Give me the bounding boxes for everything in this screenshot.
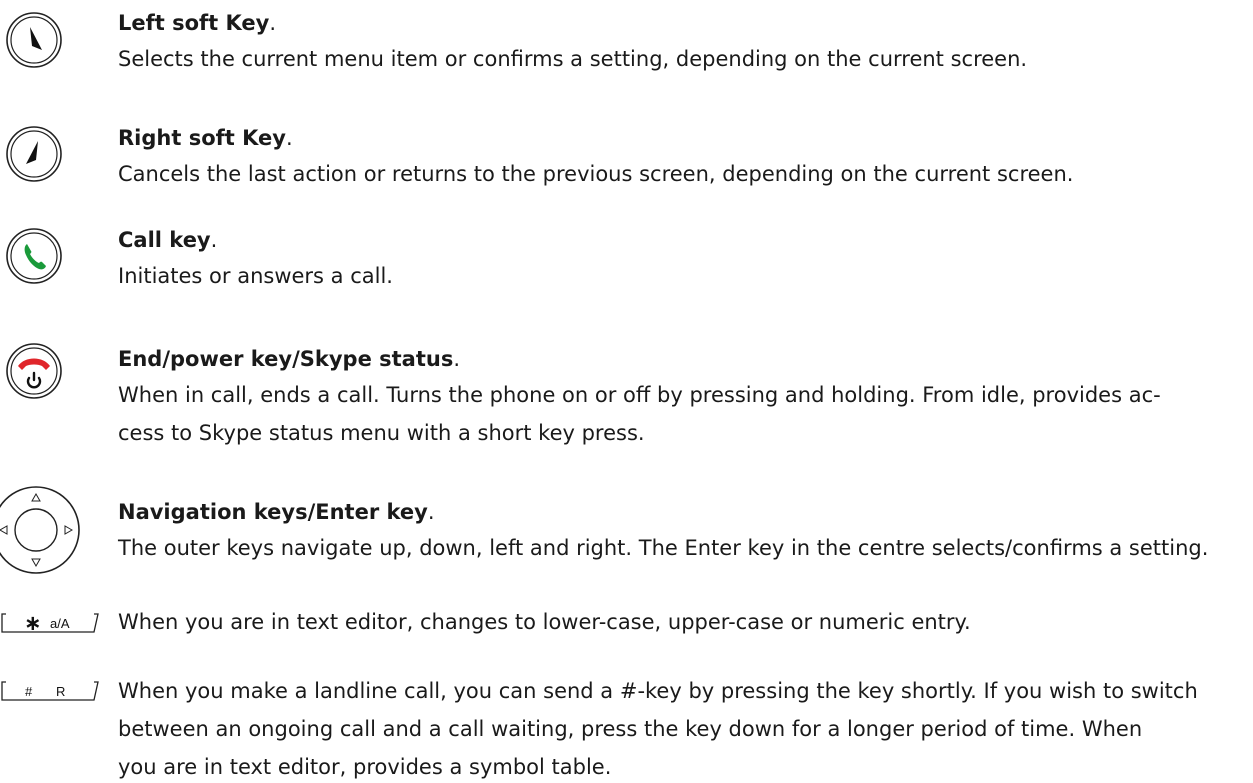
navigation-keys-icon xyxy=(0,486,80,574)
entry-title: Right soft Key. xyxy=(118,126,293,150)
navigation-keys-entry: Navigation keys/Enter key. The outer key… xyxy=(118,497,1208,564)
entry-title: Left soft Key. xyxy=(118,11,277,35)
hash-key-icon: # R xyxy=(1,681,99,701)
entry-description: Selects the current menu item or confirm… xyxy=(118,47,1028,71)
entry-description-line: When in call, ends a call. Turns the pho… xyxy=(118,383,1161,407)
left-soft-key-entry: Left soft Key. Selects the current menu … xyxy=(118,8,1027,75)
call-key-entry: Call key. Initiates or answers a call. xyxy=(118,225,393,292)
entry-description: Initiates or answers a call. xyxy=(118,264,393,288)
call-key-icon xyxy=(6,228,62,284)
right-soft-key-icon xyxy=(6,126,62,182)
right-soft-key-entry: Right soft Key. Cancels the last action … xyxy=(118,123,1073,190)
end-power-key-icon xyxy=(6,343,62,399)
left-soft-key-icon xyxy=(6,12,62,68)
star-key-label: a/A xyxy=(50,616,70,631)
entry-description-line: When you make a landline call, you can s… xyxy=(118,679,1198,703)
entry-title: Navigation keys/Enter key. xyxy=(118,500,435,524)
star-key-icon: ∗ a/A xyxy=(1,611,99,635)
entry-description: When in call, ends a call. Turns the pho… xyxy=(118,380,1161,449)
end-power-key-entry: End/power key/Skype status. When in call… xyxy=(118,344,1161,449)
entry-description: The outer keys navigate up, down, left a… xyxy=(118,536,1209,560)
entry-description-line: cess to Skype status menu with a short k… xyxy=(118,421,645,445)
entry-description-line: you are in text editor, provides a symbo… xyxy=(118,755,612,779)
hash-key-symbol: # xyxy=(25,684,33,699)
entry-title: Call key. xyxy=(118,228,218,252)
star-key-symbol: ∗ xyxy=(24,611,42,635)
hash-key-description: When you make a landline call, you can s… xyxy=(118,676,1198,783)
entry-title: End/power key/Skype status. xyxy=(118,347,461,371)
star-key-description: When you are in text editor, changes to … xyxy=(118,610,971,634)
hash-key-label: R xyxy=(56,684,65,699)
entry-description: Cancels the last action or returns to th… xyxy=(118,162,1074,186)
entry-description-line: between an ongoing call and a call waiti… xyxy=(118,717,1143,741)
